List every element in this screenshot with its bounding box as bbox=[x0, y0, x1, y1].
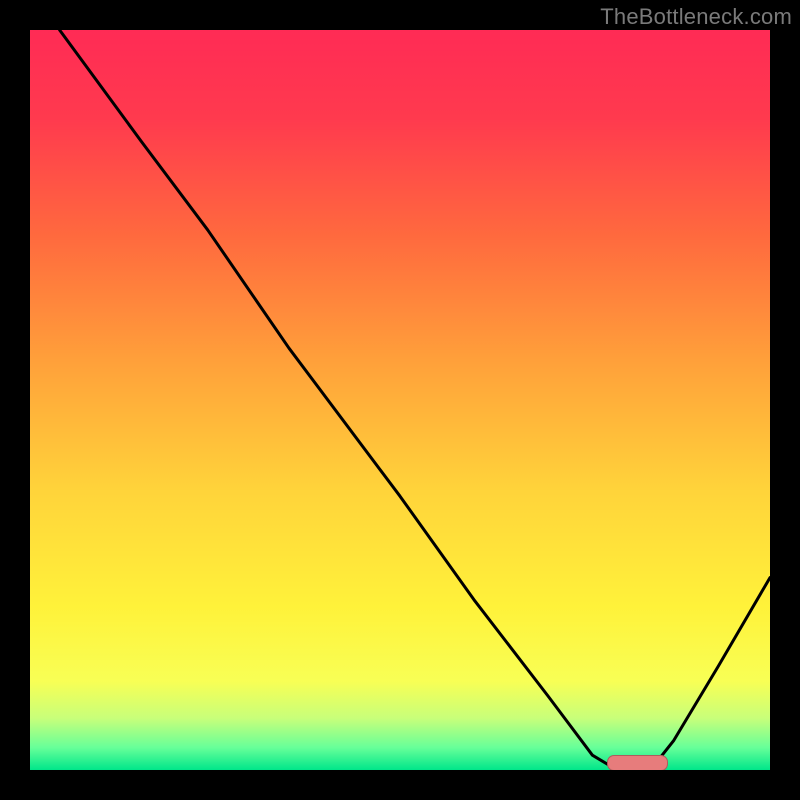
bottleneck-curve bbox=[30, 30, 770, 770]
plot-area bbox=[30, 30, 770, 770]
chart-frame: TheBottleneck.com bbox=[0, 0, 800, 800]
watermark-text: TheBottleneck.com bbox=[600, 4, 792, 30]
optimum-range-marker bbox=[607, 755, 668, 770]
